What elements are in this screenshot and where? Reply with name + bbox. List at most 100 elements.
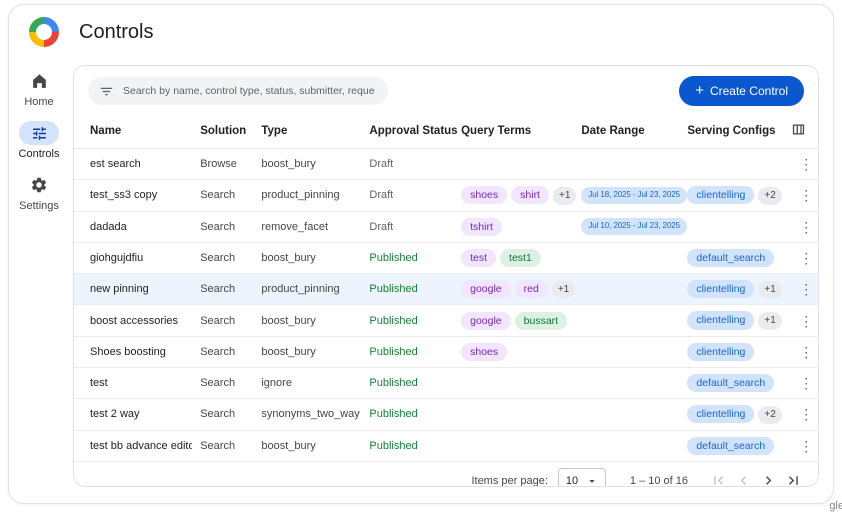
column-header-name[interactable]: Name [74, 114, 192, 149]
sidebar-item-label: Controls [19, 148, 60, 160]
cell-serving-configs: clientelling [679, 336, 783, 367]
cell-solution: Search [192, 211, 253, 242]
cell-query-terms [453, 368, 573, 399]
cell-approval-status: Draft [361, 180, 453, 212]
cell-serving-configs: clientelling+2 [679, 180, 783, 212]
controls-table: Name Solution Type Approval Status Query… [74, 114, 818, 462]
cell-approval-status: Published [361, 430, 453, 461]
count-chip: +1 [758, 281, 781, 299]
table-row[interactable]: dadadaSearchremove_facetDrafttshirtJul 1… [74, 211, 818, 242]
cell-serving-configs [679, 211, 783, 242]
table-row[interactable]: giohgujdfiuSearchboost_buryPublishedtest… [74, 242, 818, 273]
cell-approval-status: Published [361, 399, 453, 431]
table-row[interactable]: test_ss3 copySearchproduct_pinningDrafts… [74, 180, 818, 212]
cell-approval-status: Published [361, 368, 453, 399]
column-header-query-terms[interactable]: Query Terms [453, 114, 573, 149]
row-actions-button[interactable]: ⋮ [791, 437, 819, 455]
sidebar-item-controls[interactable]: Controls [19, 121, 60, 160]
serving-config-chip: clientelling [687, 311, 754, 329]
query-term-chip: test [461, 249, 496, 267]
cell-type: boost_bury [253, 430, 361, 461]
row-actions-button[interactable]: ⋮ [791, 343, 819, 361]
cell-name: test 2 way [74, 399, 192, 431]
query-term-chip: shoes [461, 343, 507, 361]
create-control-label: Create Control [710, 84, 788, 98]
create-control-button[interactable]: + Create Control [679, 76, 804, 106]
items-per-page-label: Items per page: [471, 475, 547, 487]
row-actions-button[interactable]: ⋮ [791, 312, 819, 330]
cell-name: dadada [74, 211, 192, 242]
search-bar[interactable] [88, 77, 388, 105]
row-actions-button[interactable]: ⋮ [791, 155, 819, 173]
date-range-chip: Jul 10, 2025 - Jul 23, 2025 [581, 218, 687, 235]
cell-solution: Browse [192, 149, 253, 180]
cell-solution: Search [192, 180, 253, 212]
row-actions-button[interactable]: ⋮ [791, 280, 819, 298]
cell-approval-status: Published [361, 336, 453, 367]
table-row[interactable]: boost accessoriesSearchboost_buryPublish… [74, 305, 818, 337]
cell-name: test bb advance editor [74, 430, 192, 461]
serving-config-chip: default_search [687, 374, 774, 392]
serving-config-chip: clientelling [687, 280, 754, 298]
cell-date-range [573, 305, 679, 337]
query-term-chip: test1 [500, 249, 541, 267]
cell-type: product_pinning [253, 273, 361, 305]
row-actions-button[interactable]: ⋮ [791, 186, 819, 204]
cell-query-terms [453, 399, 573, 431]
row-actions-button[interactable]: ⋮ [791, 374, 819, 392]
table-body: est searchBrowseboost_buryDraft⋮test_ss3… [74, 149, 818, 462]
cell-actions: ⋮ [783, 211, 818, 242]
plus-icon: + [695, 83, 704, 98]
last-page-button[interactable] [783, 470, 804, 487]
table-row[interactable]: test bb advance editorSearchboost_buryPu… [74, 430, 818, 461]
chevron-right-icon [760, 472, 777, 487]
cell-type: boost_bury [253, 305, 361, 337]
column-header-serving-configs[interactable]: Serving Configs [679, 114, 783, 149]
column-header-date-range[interactable]: Date Range [573, 114, 679, 149]
row-actions-button[interactable]: ⋮ [791, 249, 819, 267]
search-input[interactable] [121, 84, 377, 98]
next-page-button[interactable] [758, 470, 779, 487]
column-header-solution[interactable]: Solution [192, 114, 253, 149]
cell-solution: Search [192, 242, 253, 273]
sidebar-item-settings[interactable]: Settings [19, 173, 59, 212]
column-picker-icon[interactable] [791, 122, 806, 137]
sidebar-item-label: Settings [19, 200, 59, 212]
cell-date-range [573, 336, 679, 367]
cell-serving-configs: clientelling+1 [679, 305, 783, 337]
row-actions-button[interactable]: ⋮ [791, 405, 819, 423]
query-term-chip: google [461, 280, 511, 298]
table-row[interactable]: new pinningSearchproduct_pinningPublishe… [74, 273, 818, 305]
google-cloud-logo [29, 17, 59, 47]
watermark-text: gle [829, 500, 842, 512]
cell-name: test_ss3 copy [74, 180, 192, 212]
query-term-chip: shirt [511, 186, 549, 204]
filter-icon [99, 84, 114, 99]
column-header-approval-status[interactable]: Approval Status [361, 114, 453, 149]
cell-query-terms: testtest1 [453, 242, 573, 273]
count-chip: +2 [758, 187, 781, 205]
cell-query-terms: googlebussart [453, 305, 573, 337]
pagination-buttons [708, 470, 804, 487]
query-term-chip: google [461, 312, 511, 330]
items-per-page-select[interactable]: 10 [558, 468, 606, 487]
table-row[interactable]: testSearchignorePublisheddefault_search⋮ [74, 368, 818, 399]
cell-date-range [573, 399, 679, 431]
chevron-left-icon [735, 472, 752, 487]
first-page-button[interactable] [708, 470, 729, 487]
cell-date-range [573, 242, 679, 273]
cell-type: boost_bury [253, 336, 361, 367]
table-row[interactable]: est searchBrowseboost_buryDraft⋮ [74, 149, 818, 180]
query-term-chip: shoes [461, 186, 507, 204]
count-chip: +1 [758, 312, 781, 330]
column-header-type[interactable]: Type [253, 114, 361, 149]
sidebar-item-home[interactable]: Home [19, 69, 59, 108]
prev-page-button[interactable] [733, 470, 754, 487]
table-row[interactable]: Shoes boostingSearchboost_buryPublisheds… [74, 336, 818, 367]
top-bar: Controls [9, 5, 833, 59]
table-row[interactable]: test 2 waySearchsynonyms_two_wayPublishe… [74, 399, 818, 431]
cell-serving-configs: default_search [679, 368, 783, 399]
cell-solution: Search [192, 336, 253, 367]
row-actions-button[interactable]: ⋮ [791, 218, 819, 236]
cell-date-range [573, 368, 679, 399]
